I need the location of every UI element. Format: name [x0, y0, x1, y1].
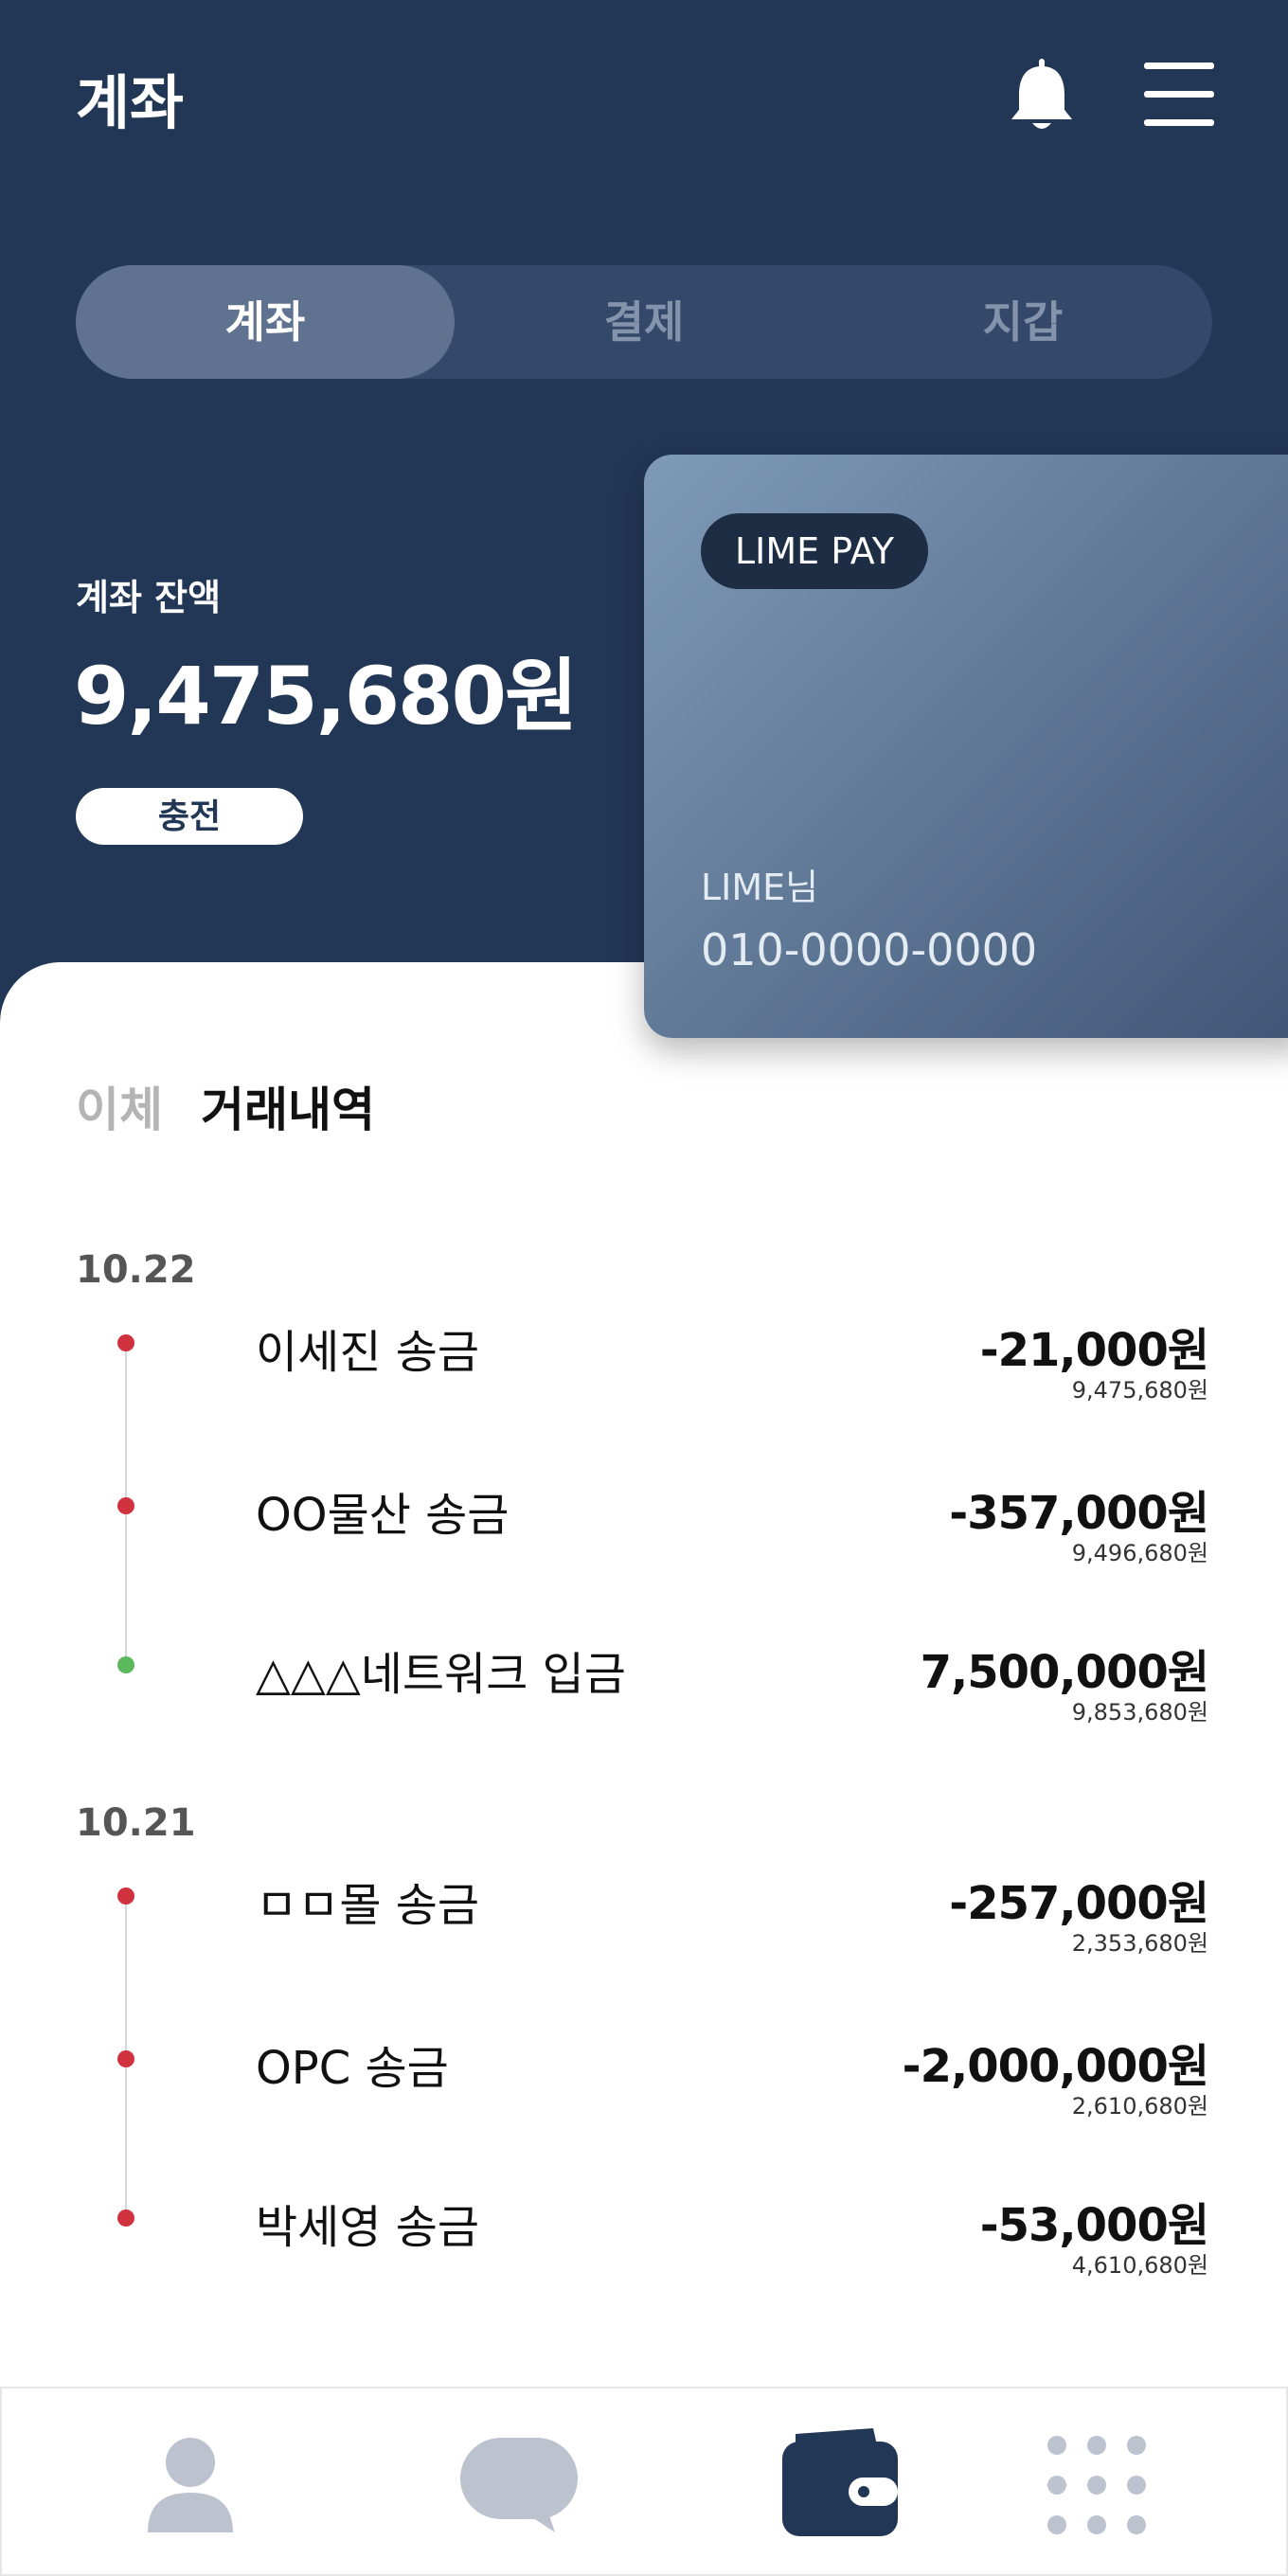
- transaction-balance: 2,610,680원: [1071, 2093, 1208, 2120]
- transaction-amount: -21,000원: [979, 1324, 1209, 1377]
- bell-icon[interactable]: [1006, 59, 1078, 134]
- deposit-dot: [117, 1656, 134, 1673]
- card-phone-number: 010-0000-0000: [701, 924, 1038, 975]
- wallet-icon[interactable]: [782, 2426, 898, 2540]
- withdrawal-dot: [117, 1887, 134, 1905]
- content-sheet: [0, 962, 1288, 2576]
- transaction-balance: 4,610,680원: [1071, 2252, 1208, 2279]
- tab-history[interactable]: 거래내역: [201, 1072, 375, 1140]
- transaction-name: △△△네트워크 입금: [256, 1648, 626, 1701]
- transaction-name: 이세진 송금: [256, 1326, 480, 1379]
- transaction-balance: 9,853,680원: [1071, 1699, 1208, 1726]
- transaction-amount: -2,000,000원: [902, 2040, 1209, 2093]
- tab-account[interactable]: 계좌: [76, 265, 455, 379]
- profile-icon[interactable]: [148, 2434, 233, 2536]
- tab-payment[interactable]: 결제: [455, 265, 833, 379]
- date-heading: 10.21: [76, 1801, 196, 1845]
- balance-amount: 9,475,680원: [74, 650, 578, 742]
- balance-label: 계좌 잔액: [76, 577, 222, 618]
- date-heading: 10.22: [76, 1248, 196, 1292]
- segment-control: 계좌 결제 지갑: [76, 265, 1212, 379]
- card-owner: LIME님: [701, 867, 819, 908]
- transaction-balance: 2,353,680원: [1071, 1930, 1208, 1957]
- transaction-amount: -357,000원: [949, 1487, 1209, 1540]
- withdrawal-dot: [117, 2050, 134, 2067]
- transaction-amount: -257,000원: [949, 1877, 1209, 1930]
- transaction-name: OPC 송금: [256, 2042, 449, 2095]
- hamburger-menu-icon[interactable]: [1144, 63, 1214, 127]
- chat-icon[interactable]: [460, 2438, 578, 2536]
- grid-menu-icon[interactable]: [1047, 2436, 1146, 2538]
- card-brand-badge: LIME PAY: [701, 513, 928, 589]
- withdrawal-dot: [117, 2209, 134, 2227]
- transaction-name: 박세영 송금: [256, 2201, 480, 2254]
- withdrawal-dot: [117, 1497, 134, 1514]
- charge-button[interactable]: 충전: [76, 788, 303, 845]
- transaction-balance: 9,496,680원: [1071, 1540, 1208, 1566]
- transaction-name: OO물산 송금: [256, 1489, 510, 1542]
- page-title: 계좌: [76, 68, 185, 137]
- transaction-amount: -53,000원: [979, 2199, 1209, 2252]
- tab-transfer[interactable]: 이체: [76, 1072, 163, 1140]
- tab-wallet[interactable]: 지갑: [833, 265, 1212, 379]
- transaction-amount: 7,500,000원: [920, 1646, 1209, 1699]
- pay-card[interactable]: LIME PAY LIME님 010-0000-0000: [644, 455, 1288, 1038]
- transaction-balance: 9,475,680원: [1071, 1377, 1208, 1404]
- transaction-name: ㅁㅁ몰 송금: [256, 1879, 480, 1932]
- withdrawal-dot: [117, 1334, 134, 1351]
- bottom-nav: [0, 2387, 1288, 2576]
